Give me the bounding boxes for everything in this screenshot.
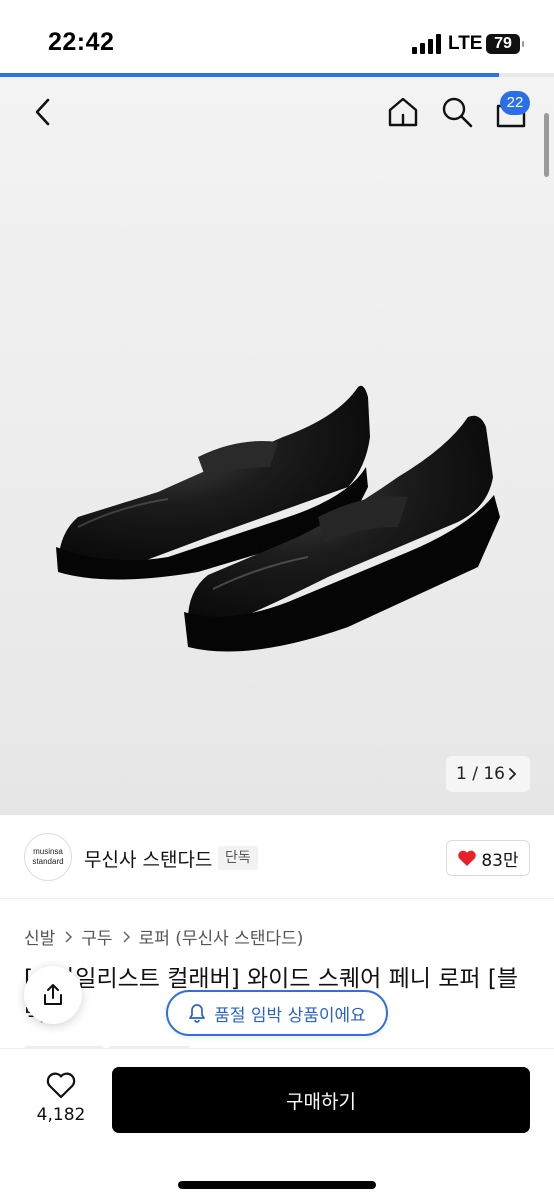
battery-icon: 79 <box>486 34 524 54</box>
wishlist-count: 4,182 <box>36 1105 86 1125</box>
brand-row: musinsa standard 무신사 스탠다드 단독 83만 <box>0 815 554 899</box>
low-stock-text: 품절 임박 상품이에요 <box>214 1005 366 1026</box>
breadcrumb-item[interactable]: 신발 <box>24 924 55 949</box>
chevron-right-icon <box>65 930 73 943</box>
product-image-gallery[interactable]: 22 1 / 16 <box>0 77 554 815</box>
home-icon[interactable] <box>386 95 420 129</box>
cart-count-badge: 22 <box>500 91 530 115</box>
home-indicator[interactable] <box>178 1181 376 1189</box>
breadcrumb-item[interactable]: 구두 <box>81 924 112 949</box>
image-counter-text: 1 / 16 <box>456 764 505 784</box>
product-photo <box>56 385 500 652</box>
chevron-right-icon <box>123 930 130 943</box>
bottom-action-bar: 4,182 구매하기 <box>0 1048 554 1200</box>
network-type: LTE <box>448 33 483 54</box>
share-icon <box>44 984 62 1005</box>
search-icon[interactable] <box>440 95 474 129</box>
heart-outline-icon <box>46 1072 76 1099</box>
chevron-right-icon <box>509 768 517 780</box>
brand-like-count: 83만 <box>481 850 519 871</box>
brand-like-button[interactable]: 83만 <box>446 840 530 876</box>
status-time: 22:42 <box>48 28 115 56</box>
signal-icon <box>412 34 442 54</box>
heart-icon <box>458 850 477 866</box>
back-icon[interactable] <box>28 95 58 129</box>
breadcrumb-item[interactable]: 로퍼 (무신사 스탠다드) <box>139 924 304 949</box>
share-button[interactable] <box>24 966 82 1024</box>
status-bar: 22:42 LTE 79 <box>0 0 554 74</box>
scrollbar[interactable] <box>544 113 549 177</box>
brand-name[interactable]: 무신사 스탠다드 <box>84 845 212 872</box>
buy-button[interactable]: 구매하기 <box>112 1067 530 1133</box>
image-counter[interactable]: 1 / 16 <box>446 756 530 792</box>
wishlist-button[interactable]: 4,182 <box>30 1071 92 1131</box>
exclusive-badge: 단독 <box>218 846 258 870</box>
bell-icon <box>189 1004 206 1023</box>
breadcrumb: 신발 구두 로퍼 (무신사 스탠다드) <box>24 924 303 949</box>
low-stock-notice[interactable]: 품절 임박 상품이에요 <box>166 990 388 1036</box>
brand-logo[interactable]: musinsa standard <box>24 833 72 881</box>
